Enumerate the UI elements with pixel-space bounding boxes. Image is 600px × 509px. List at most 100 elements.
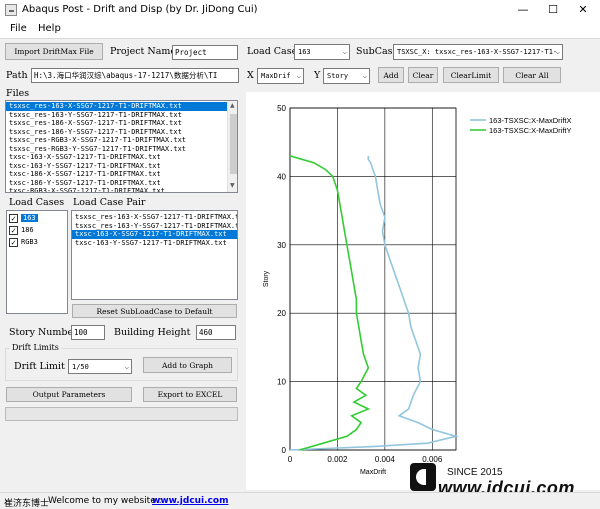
pair-list-item[interactable]: txsc-163-Y-SSG7-1217-T1-DRIFTMAX.txt [72, 239, 237, 248]
menu-file[interactable]: File [10, 23, 27, 34]
reset-subloadcase-button[interactable]: Reset SubLoadCase to Default [72, 304, 237, 318]
jd-logo [410, 463, 436, 491]
add-button[interactable]: Add [378, 67, 404, 83]
menu-bar [0, 20, 600, 38]
load-case-item[interactable]: ✓ 186 [7, 224, 67, 236]
path-input[interactable]: H:\3.海口华润汉综\abaqus-17-1217\数据分析\TI [31, 68, 239, 83]
series-line-1 [289, 155, 460, 451]
drift-limits-label: Drift Limits [10, 343, 61, 352]
file-list-item[interactable]: tsxsc_res-163-X-SSG7-1217-T1-DRIFTMAX.tx… [6, 102, 227, 111]
file-list-item[interactable]: tsxsc_res-RGB3-X-SSG7-1217-T1-DRIFTMAX.t… [6, 136, 227, 145]
files-label: Files [6, 88, 30, 99]
story-number-input[interactable]: 100 [71, 325, 105, 340]
plot-frame [289, 107, 457, 451]
load-case-label: 163 [21, 214, 38, 222]
export-excel-button[interactable]: Export to EXCEL [143, 387, 237, 402]
y-tick-label: 0 [282, 446, 287, 455]
series-line-2 [289, 155, 371, 451]
project-name-input[interactable]: Project [172, 45, 238, 60]
menu-separator [0, 38, 600, 39]
subcase-value: TSXSC_X: txsxc_res-163-X-SSG7-1217-T1- [397, 48, 558, 56]
status-welcome: Welcome to my website : [48, 496, 162, 506]
drift-limit-value: 1/50 [72, 363, 89, 371]
import-driftmax-button[interactable]: Import DriftMax File [5, 43, 103, 60]
drift-limit-label: Drift Limit [14, 361, 65, 372]
checkbox[interactable]: ✓ [9, 213, 18, 223]
checkbox[interactable]: ✓ [9, 237, 18, 247]
close-button[interactable]: ✕ [568, 0, 598, 20]
file-list-item[interactable]: tsxsc_res-RGB3-Y-SSG7-1217-T1-DRIFTMAX.t… [6, 145, 227, 154]
clear-all-button[interactable]: Clear All [503, 67, 561, 83]
load-cases-listbox[interactable]: ✓ 163 ✓ 186 ✓ RGB3 [6, 210, 68, 314]
x-tick-label: 0 [288, 455, 293, 464]
pair-list-item[interactable]: tsxsc_res-163-Y-SSG7-1217-T1-DRIFTMAX.tx… [72, 222, 237, 231]
load-case-label: 186 [21, 226, 34, 234]
y-label: Y [314, 70, 321, 81]
pair-list-item[interactable]: txsc-163-X-SSG7-1217-T1-DRIFTMAX.txt [72, 230, 237, 239]
x-label: X [247, 70, 254, 81]
menu-help[interactable]: Help [38, 23, 61, 34]
y-tick-label: 20 [277, 309, 286, 318]
chevron-down-icon: ⌵ [124, 363, 129, 371]
legend-label: 163-TSXSC:X-MaxDriftX [489, 116, 572, 125]
subcase-select[interactable]: TSXSC_X: txsxc_res-163-X-SSG7-1217-T1- ⌵ [393, 44, 563, 60]
x-axis-label: MaxDrift [360, 469, 386, 476]
window-title: Abaqus Post - Drift and Disp (by Dr. JiD… [22, 4, 258, 15]
building-height-input[interactable]: 460 [196, 325, 236, 340]
load-case-pair-list: tsxsc_res-163-X-SSG7-1217-T1-DRIFTMAX.tx… [72, 211, 237, 247]
watermark-since: SINCE 2015 [447, 467, 503, 478]
load-cases-label: Load Cases [9, 197, 65, 208]
file-list-item[interactable]: tsxsc_res-163-Y-SSG7-1217-T1-DRIFTMAX.tx… [6, 111, 227, 120]
file-list-item[interactable]: tsxsc_res-186-X-SSG7-1217-T1-DRIFTMAX.tx… [6, 119, 227, 128]
x-tick-label: 0.002 [327, 455, 348, 464]
drift-chart: 010203040500 0.002 0.004 0.006StoryMaxDrift… [263, 104, 572, 476]
minimize-button[interactable]: — [508, 0, 538, 20]
file-list-item[interactable]: txsc-163-X-SSG7-1217-T1-DRIFTMAX.txt [6, 153, 227, 162]
scrollbar-thumb[interactable] [230, 114, 237, 174]
load-case-pair-label: Load Case Pair [73, 197, 146, 208]
path-label: Path [6, 70, 28, 81]
website-link[interactable]: www.jdcui.com [152, 496, 228, 506]
maximize-button[interactable]: ☐ [538, 0, 568, 20]
output-parameters-button[interactable]: Output Parameters [6, 387, 132, 402]
file-list-item[interactable]: txsc-RGB3-X-SSG7-1217-T1-DRIFTMAX.txt [6, 187, 227, 192]
load-case-pair-listbox[interactable]: tsxsc_res-163-X-SSG7-1217-T1-DRIFTMAX.tx… [71, 210, 238, 300]
status-author: 崔济东博士 [4, 499, 50, 509]
y-tick-label: 50 [277, 104, 286, 113]
x-axis-select[interactable]: MaxDrif ⌵ [257, 68, 304, 84]
y-tick-label: 10 [277, 378, 286, 387]
file-list-item[interactable]: txsc-186-Y-SSG7-1217-T1-DRIFTMAX.txt [6, 179, 227, 188]
load-case-label: RGB3 [21, 238, 38, 246]
file-list-item[interactable]: txsc-163-Y-SSG7-1217-T1-DRIFTMAX.txt [6, 162, 227, 171]
y-tick-label: 30 [277, 241, 286, 250]
chevron-down-icon: ⌵ [296, 72, 301, 80]
x-tick-label: 0.004 [375, 455, 396, 464]
y-axis-label: Story [263, 270, 270, 287]
project-name-label: Project Name [110, 46, 176, 57]
app-icon [5, 4, 17, 16]
progress-bar [5, 407, 238, 421]
files-listbox[interactable]: tsxsc_res-163-X-SSG7-1217-T1-DRIFTMAX.tx… [5, 100, 238, 193]
load-case-item[interactable]: ✓ 163 [7, 212, 67, 224]
y-tick-label: 40 [277, 172, 286, 181]
story-number-label: Story Number [9, 327, 78, 338]
load-case-value: 163 [298, 48, 311, 56]
chevron-down-icon: ⌵ [362, 72, 367, 80]
checkbox[interactable]: ✓ [9, 225, 18, 235]
pair-list-item[interactable]: tsxsc_res-163-X-SSG7-1217-T1-DRIFTMAX.tx… [72, 213, 237, 222]
files-scrollbar[interactable]: ▲ ▼ [227, 101, 237, 192]
clear-limit-button[interactable]: ClearLimit [443, 67, 499, 83]
chart-panel: 0 10 20 30 40 50 0 0.002 0.004 0.006 Story MaxDrift… [246, 92, 600, 490]
legend-label: 163-TSXSC:X-MaxDriftY [489, 126, 572, 135]
add-to-graph-button[interactable]: Add to Graph [143, 357, 232, 373]
load-case-select[interactable]: 163 ⌵ [294, 44, 350, 60]
load-case-item[interactable]: ✓ RGB3 [7, 236, 67, 248]
file-list-item[interactable]: txsc-186-X-SSG7-1217-T1-DRIFTMAX.txt [6, 170, 227, 179]
x-axis-value: MaxDrif [261, 72, 291, 80]
scroll-down-icon[interactable]: ▼ [230, 182, 235, 189]
clear-button[interactable]: Clear [408, 67, 438, 83]
file-list-item[interactable]: tsxsc_res-186-Y-SSG7-1217-T1-DRIFTMAX.tx… [6, 128, 227, 137]
drift-limit-select[interactable]: 1/50 ⌵ [68, 359, 132, 374]
y-axis-select[interactable]: Story ⌵ [323, 68, 370, 84]
scroll-up-icon[interactable]: ▲ [230, 102, 235, 109]
